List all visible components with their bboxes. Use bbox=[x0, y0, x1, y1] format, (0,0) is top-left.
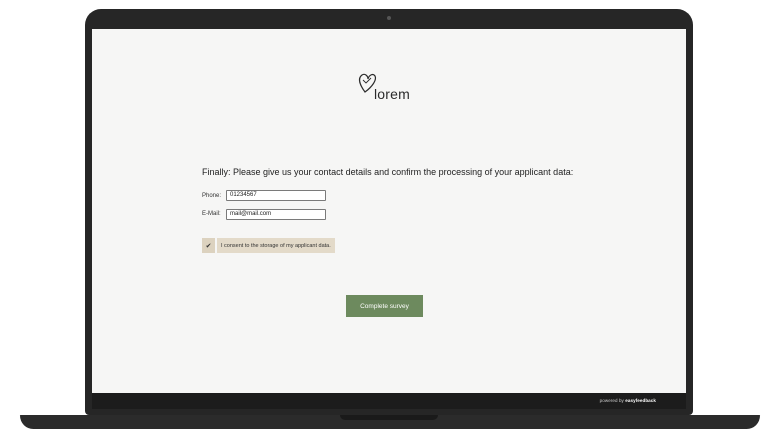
email-field[interactable]: mail@mail.com bbox=[226, 209, 326, 220]
checkmark-icon[interactable]: ✔ bbox=[202, 238, 215, 253]
powered-prefix: powered by bbox=[599, 398, 624, 403]
footer-bar bbox=[92, 393, 686, 409]
survey-question: Finally: Please give us your contact det… bbox=[202, 167, 574, 177]
consent-checkbox-row[interactable]: ✔ I consent to the storage of my applica… bbox=[202, 238, 335, 253]
powered-by-text: powered by easyfeedback bbox=[600, 398, 656, 403]
powered-brand: easyfeedback bbox=[625, 398, 656, 403]
laptop-notch bbox=[340, 415, 438, 420]
phone-field[interactable]: 01234567 bbox=[226, 190, 326, 201]
logo-text: lorem bbox=[374, 86, 411, 102]
complete-survey-button[interactable]: Complete survey bbox=[346, 295, 423, 317]
email-label: E-Mail: bbox=[202, 211, 221, 217]
consent-label[interactable]: I consent to the storage of my applicant… bbox=[217, 238, 335, 253]
phone-label: Phone: bbox=[202, 193, 222, 199]
camera-icon bbox=[387, 16, 391, 20]
